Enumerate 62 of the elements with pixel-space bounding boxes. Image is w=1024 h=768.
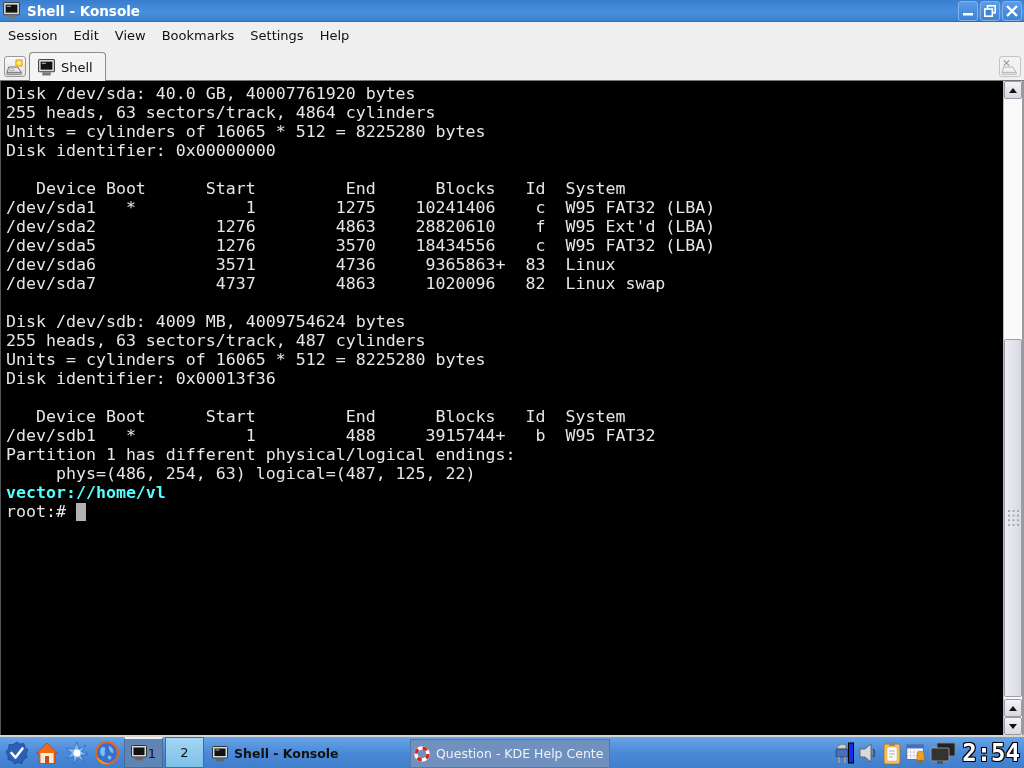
house-icon[interactable]	[35, 740, 59, 765]
terminal-line: /dev/sdb1 * 1 488 3915744+ b W95 FAT32	[6, 426, 656, 445]
terminal-line: /dev/sda7 4737 4863 1020096 82 Linux swap	[6, 274, 666, 293]
desktop-pager-button[interactable]: 1	[124, 737, 163, 768]
terminal-line: Disk identifier: 0x00013f36	[6, 369, 276, 388]
terminal-line: /dev/sda5 1276 3570 18434556 c W95 FAT32 (LBA)	[6, 236, 716, 255]
window-title: Shell - Konsole	[27, 2, 140, 19]
terminal-line: Device Boot Start End Blocks Id System	[34, 179, 626, 198]
block-cursor-icon	[75, 502, 86, 521]
terminal-line: 255 heads, 63 sectors/track, 4864 cylinders	[6, 103, 436, 122]
up-arrow-icon	[1009, 87, 1017, 93]
close-icon	[1006, 4, 1018, 17]
terminal-line: vector://home/vl	[6, 483, 166, 502]
scroll-up-button[interactable]	[1004, 699, 1022, 717]
terminal-line: /dev/sda6 3571 4736 9365863+ 83 Linux	[6, 255, 616, 274]
terminal-line: root:#	[6, 502, 66, 521]
monitors-icon[interactable]	[930, 740, 957, 765]
minimize-icon	[963, 13, 973, 16]
clock: 2:54	[962, 738, 1020, 767]
terminal-icon	[3, 2, 20, 19]
grip-dots-icon	[1007, 510, 1019, 526]
console-cross-icon	[1001, 58, 1019, 75]
menu-item[interactable]: Bookmarks	[154, 27, 242, 43]
terminal-line: /dev/sda1 * 1 1275 10241406 c W95 FAT32 (LBA)	[6, 198, 716, 217]
starburst-icon[interactable]	[65, 740, 89, 765]
menu-item[interactable]: Help	[312, 27, 357, 43]
terminal-line: /dev/sda2 1276 4863 28820610 f W95 Ext'd (LBA)	[6, 217, 716, 236]
console-sparkle-icon	[6, 58, 24, 75]
minimize-button[interactable]	[958, 0, 978, 21]
lifebuoy-icon	[414, 745, 430, 762]
terminal-screen[interactable]	[0, 81, 1003, 735]
menu-item[interactable]: View	[107, 27, 153, 43]
desktop-pager-button[interactable]: 2	[165, 737, 204, 768]
terminal-line: phys=(486, 254, 63) logical=(487, 125, 22)	[54, 464, 476, 483]
scroll-down-button[interactable]	[1004, 717, 1022, 735]
down-arrow-icon	[1009, 723, 1017, 729]
terminal-line: Units = cylinders of 16065 * 512 = 8225280 bytes	[6, 350, 486, 369]
new-tab-button[interactable]	[4, 56, 26, 77]
terminal-line: 255 heads, 63 sectors/track, 487 cylinders	[6, 331, 426, 350]
close-button[interactable]	[1002, 0, 1022, 21]
menu-item[interactable]: Edit	[66, 27, 106, 43]
menu-item[interactable]: Session	[1, 27, 65, 43]
terminal-line: Disk identifier: 0x00000000	[6, 141, 276, 160]
tab[interactable]: Shell	[29, 52, 106, 81]
terminal-line: Disk /dev/sda: 40.0 GB, 40007761920 bytes	[6, 84, 416, 103]
restore-button[interactable]	[980, 0, 1000, 21]
terminal-line: Partition 1 has different physical/logical endings:	[6, 445, 516, 464]
globe-icon[interactable]	[95, 740, 119, 765]
scroll-up-button[interactable]	[1004, 81, 1022, 99]
check-badge-icon[interactable]	[5, 740, 29, 765]
up-arrow-icon	[1009, 705, 1017, 711]
menu-item[interactable]: Settings	[243, 27, 311, 43]
scrollbar-thumb[interactable]	[1004, 339, 1022, 697]
restore-icon	[984, 4, 996, 17]
terminal-line: Units = cylinders of 16065 * 512 = 8225280 bytes	[6, 122, 486, 141]
clipboard-icon[interactable]	[882, 740, 903, 765]
terminal-icon	[38, 58, 55, 76]
network-plug-icon[interactable]	[834, 740, 855, 765]
terminal-icon	[212, 745, 228, 762]
terminal-line: Device Boot Start End Blocks Id System	[34, 407, 626, 426]
taskbar-task-button[interactable]: Shell - Konsole	[208, 739, 404, 768]
terminal-line: Disk /dev/sdb: 4009 MB, 4009754624 bytes	[6, 312, 406, 331]
